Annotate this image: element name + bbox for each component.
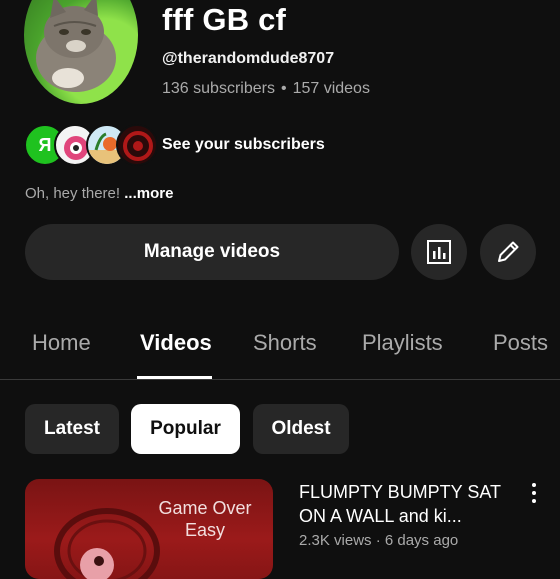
tab-shorts[interactable]: Shorts	[253, 330, 317, 356]
subscriber-count: 136 subscribers	[162, 80, 275, 97]
subscriber-avatar-letter: Я	[38, 134, 52, 155]
video-meta: 2.3K views · 6 days ago	[299, 532, 459, 549]
channel-stats: 136 subscribers • 157 videos	[162, 80, 370, 98]
chip-popular[interactable]: Popular	[131, 404, 240, 454]
see-subscribers-link[interactable]: See your subscribers	[162, 136, 325, 154]
more-link[interactable]: ...more	[124, 185, 173, 202]
edit-button[interactable]	[480, 224, 536, 280]
chip-latest[interactable]: Latest	[25, 404, 119, 454]
cat-avatar-image	[36, 0, 116, 92]
description-text: Oh, hey there!	[25, 185, 121, 202]
tab-videos[interactable]: Videos	[140, 330, 212, 356]
video-count: 157 videos	[292, 80, 370, 97]
tab-posts[interactable]: Posts	[493, 330, 548, 356]
video-thumbnail[interactable]: Game Over Easy	[25, 479, 273, 579]
subscriber-avatars[interactable]: Я	[24, 124, 158, 166]
channel-name: fff GB cf	[162, 2, 287, 37]
more-options-icon[interactable]	[526, 483, 542, 507]
channel-tabs: Home Videos Shorts Playlists Posts	[0, 320, 560, 378]
tab-home[interactable]: Home	[32, 330, 91, 356]
video-title[interactable]: FLUMPTY BUMPTY SAT ON A WALL and ki...	[299, 480, 519, 528]
subscriber-avatar	[116, 124, 158, 166]
channel-handle: @therandomdude8707	[162, 50, 335, 67]
pencil-icon	[498, 241, 519, 262]
stats-separator: •	[280, 80, 287, 97]
thumbnail-text: Game Over Easy	[158, 498, 252, 540]
channel-description[interactable]: Oh, hey there! ...more	[25, 185, 173, 202]
tabs-divider	[0, 379, 560, 380]
chip-oldest[interactable]: Oldest	[253, 404, 349, 454]
channel-avatar[interactable]	[24, 0, 138, 104]
manage-videos-button[interactable]: Manage videos	[25, 224, 399, 280]
tab-playlists[interactable]: Playlists	[362, 330, 443, 356]
analytics-icon	[427, 240, 451, 264]
analytics-button[interactable]	[411, 224, 467, 280]
